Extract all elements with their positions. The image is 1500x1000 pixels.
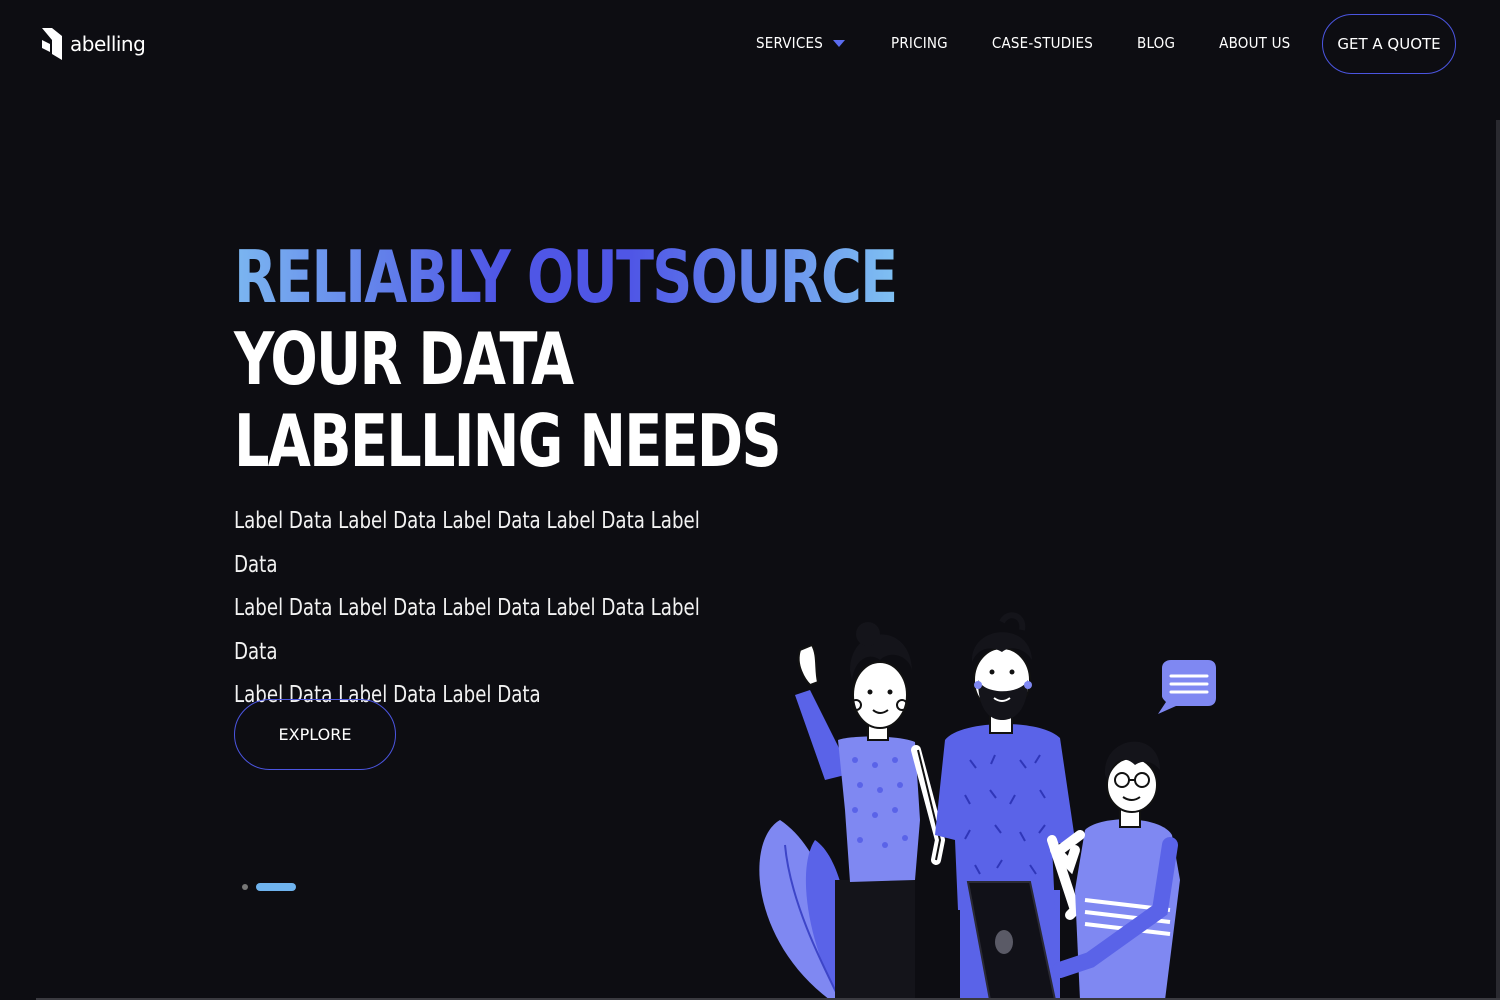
page-scrollbar[interactable]	[1496, 120, 1500, 1000]
chat-bubble-icon	[1158, 660, 1216, 714]
description-line: Label Data Label Data Label Data Label D…	[234, 508, 700, 578]
main-nav: SERVICES PRICING CASE-STUDIES BLOG ABOUT…	[756, 34, 1290, 52]
top-navigation-bar: abelling SERVICES PRICING CASE-STUDIES B…	[0, 0, 1500, 90]
nav-item-blog[interactable]: BLOG	[1137, 34, 1175, 52]
abelling-logo-icon	[42, 28, 62, 60]
team-illustration	[759, 612, 1216, 1000]
carousel-indicators	[242, 883, 296, 891]
brand-logo[interactable]: abelling	[40, 26, 146, 62]
headline-line-1: RELIABLY OUTSOURCE	[234, 235, 898, 319]
description-line: Label Data Label Data Label Data Label D…	[234, 595, 700, 665]
get-a-quote-button[interactable]: GET A QUOTE	[1322, 14, 1456, 74]
nav-item-case-studies[interactable]: CASE-STUDIES	[992, 34, 1093, 52]
carousel-dot[interactable]	[242, 884, 248, 890]
nav-item-label: BLOG	[1137, 34, 1176, 52]
nav-item-label: ABOUT US	[1219, 34, 1291, 52]
explore-button[interactable]: EXPLORE	[234, 699, 396, 770]
nav-item-about-us[interactable]: ABOUT US	[1219, 34, 1290, 52]
nav-item-label: SERVICES	[756, 34, 823, 52]
headline-line-3: LABELLING NEEDS	[234, 399, 782, 483]
nav-item-pricing[interactable]: PRICING	[891, 34, 948, 52]
brand-name: abelling	[70, 32, 146, 56]
nav-item-label: PRICING	[890, 34, 948, 52]
hero-headline: RELIABLY OUTSOURCE YOUR DATA LABELLING N…	[234, 235, 898, 483]
carousel-dot-active[interactable]	[256, 883, 296, 891]
caret-down-icon[interactable]	[832, 39, 845, 47]
hero-description: Label Data Label Data Label Data Label D…	[234, 500, 727, 718]
glasses-man-figure	[1050, 741, 1180, 1000]
nav-item-services[interactable]: SERVICES	[756, 34, 845, 52]
nav-item-label: CASE-STUDIES	[991, 34, 1094, 52]
headline-line-2: YOUR DATA	[234, 317, 574, 401]
